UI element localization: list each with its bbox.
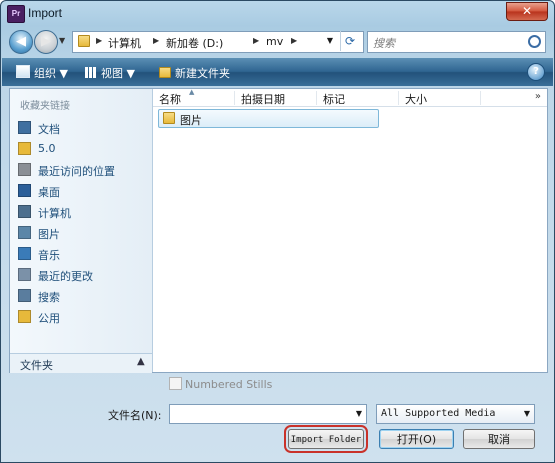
new-folder-icon [159, 67, 171, 78]
address-row: ◀ ▶ ▼ ▶ 计算机 ▶ 新加卷 (D:) ▶ mv ▶ ▼ ⟳ 搜索 [1, 28, 554, 56]
sidebar-item[interactable]: 搜索 [18, 286, 148, 306]
column-name[interactable]: ▲ 名称 [153, 88, 235, 106]
back-button[interactable]: ◀ [9, 30, 33, 54]
folders-label: 文件夹 [20, 359, 53, 372]
documents-icon [18, 121, 31, 134]
open-button[interactable]: 打开(O) [379, 429, 454, 449]
sidebar-item[interactable]: 图片 [18, 223, 148, 243]
sidebar-item[interactable]: 公用 [18, 307, 148, 327]
sidebar-item-label: 桌面 [38, 186, 60, 199]
breadcrumb-separator-icon[interactable]: ▶ [291, 36, 297, 45]
search-folder-icon [18, 289, 31, 302]
desktop-icon [18, 184, 31, 197]
numbered-stills-checkbox[interactable]: Numbered Stills [169, 377, 272, 391]
browser-pane: 收藏夹链接 文档 5.0 最近访问的位置 桌面 计算机 图片 音乐 最近的更改 搜索 公用 文件夹… [9, 88, 548, 373]
sidebar-item[interactable]: 5.0 [18, 139, 148, 159]
new-folder-label: 新建文件夹 [175, 67, 230, 80]
folder-icon [78, 35, 90, 47]
folder-icon [163, 112, 175, 124]
window-title: Import [28, 6, 63, 20]
breadcrumb-separator-icon[interactable]: ▶ [253, 36, 259, 45]
premiere-app-icon: Pr [7, 5, 25, 23]
sidebar-item-label: 最近访问的位置 [38, 165, 115, 178]
sidebar-item-label: 公用 [38, 312, 60, 325]
views-menu[interactable]: 视图 ▼ [85, 65, 135, 81]
list-item[interactable]: 图片 [158, 109, 379, 128]
sidebar-item[interactable]: 文档 [18, 118, 148, 138]
sidebar-item[interactable]: 最近的更改 [18, 265, 148, 285]
chevron-down-icon[interactable]: ▼ [524, 409, 530, 418]
search-icon[interactable] [528, 35, 541, 48]
file-type-value: All Supported Media [381, 408, 496, 419]
breadcrumb-separator-icon[interactable]: ▶ [96, 36, 102, 45]
list-item-name: 图片 [180, 114, 202, 127]
breadcrumb-computer[interactable]: 计算机 [108, 35, 141, 51]
chevron-up-icon[interactable]: ▲ [137, 356, 145, 367]
sidebar-item-label: 音乐 [38, 249, 60, 262]
views-label: 视图 ▼ [101, 67, 135, 80]
checkbox-icon[interactable] [169, 377, 182, 390]
file-list[interactable]: ▲ 名称 拍摄日期 标记 大小 » 图片 [153, 88, 547, 372]
more-columns-icon[interactable]: » [535, 91, 541, 102]
organize-label: 组织 ▼ [34, 67, 68, 80]
favorites-heading: 收藏夹链接 [20, 101, 70, 112]
title-bar[interactable]: Pr Import ✕ [1, 1, 554, 25]
favorites-sidebar: 收藏夹链接 文档 5.0 最近访问的位置 桌面计算机图片音乐最近的更改搜索公用 文件夹… [10, 89, 153, 373]
import-dialog: Pr Import ✕ ◀ ▶ ▼ ▶ 计算机 ▶ 新加卷 (D:) ▶ mv … [0, 0, 555, 463]
organize-menu[interactable]: 组织 ▼ [16, 65, 68, 81]
sidebar-item-label: 文档 [38, 123, 60, 136]
sidebar-item-label: 搜索 [38, 291, 60, 304]
recent-pages-dropdown[interactable]: ▼ [59, 36, 65, 45]
folder-icon [18, 142, 31, 155]
recent-changes-icon [18, 268, 31, 281]
filename-label: 文件名(N): [108, 409, 162, 422]
help-icon[interactable]: ? [527, 63, 545, 81]
filename-input[interactable]: ▼ [169, 404, 367, 424]
column-date-taken[interactable]: 拍摄日期 [235, 91, 317, 106]
recent-places-icon [18, 163, 31, 176]
cancel-button[interactable]: 取消 [463, 429, 535, 449]
sidebar-item[interactable]: 最近访问的位置 [18, 160, 148, 180]
import-folder-button[interactable]: Import Folder [284, 425, 368, 453]
numbered-stills-label: Numbered Stills [185, 378, 273, 391]
sort-ascending-icon: ▲ [189, 88, 195, 96]
sidebar-item-label: 5.0 [38, 142, 56, 155]
sidebar-item[interactable]: 计算机 [18, 202, 148, 222]
sidebar-item-label: 计算机 [38, 207, 71, 220]
close-button[interactable]: ✕ [506, 2, 548, 21]
breadcrumb-drive-d[interactable]: 新加卷 (D:) [166, 35, 223, 51]
column-tags[interactable]: 标记 [317, 91, 399, 106]
column-name-label: 名称 [159, 93, 181, 106]
search-input[interactable]: 搜索 [367, 31, 546, 53]
command-toolbar: 组织 ▼ 视图 ▼ 新建文件夹 ? [2, 58, 553, 86]
new-folder-button[interactable]: 新建文件夹 [159, 65, 230, 81]
column-header: ▲ 名称 拍摄日期 标记 大小 » [153, 88, 547, 107]
column-size[interactable]: 大小 [399, 91, 481, 106]
computer-icon [18, 205, 31, 218]
public-folder-icon [18, 310, 31, 323]
breadcrumb-separator-icon[interactable]: ▶ [153, 36, 159, 45]
sidebar-item-label: 最近的更改 [38, 270, 93, 283]
sidebar-item[interactable]: 桌面 [18, 181, 148, 201]
sidebar-item-label: 图片 [38, 228, 60, 241]
organize-icon [16, 65, 30, 78]
forward-button[interactable]: ▶ [34, 30, 58, 54]
refresh-icon[interactable]: ⟳ [340, 31, 359, 51]
address-bar[interactable]: ▶ 计算机 ▶ 新加卷 (D:) ▶ mv ▶ ▼ [72, 31, 364, 53]
breadcrumb-mv[interactable]: mv [266, 35, 283, 48]
search-placeholder: 搜索 [373, 37, 395, 50]
pictures-icon [18, 226, 31, 239]
address-dropdown-icon[interactable]: ▼ [327, 36, 333, 45]
sidebar-item[interactable]: 音乐 [18, 244, 148, 264]
folders-toggle[interactable]: 文件夹 ▲ [10, 353, 152, 373]
chevron-down-icon[interactable]: ▼ [356, 409, 362, 418]
music-icon [18, 247, 31, 260]
views-icon [85, 67, 97, 78]
file-type-select[interactable]: All Supported Media ▼ [376, 404, 535, 424]
